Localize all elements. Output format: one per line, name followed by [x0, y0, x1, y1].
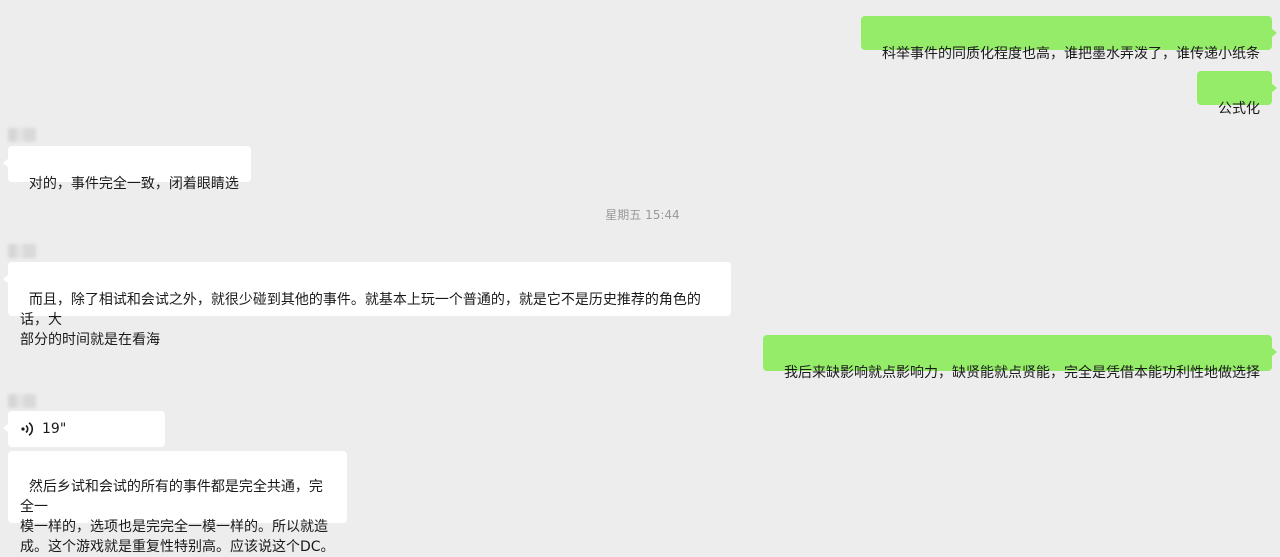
message-text: 对的，事件完全一致，闭着眼睛选 — [28, 176, 239, 192]
outgoing-message-bubble[interactable]: 我后来缺影响就点影响力，缺贤能就点贤能，完全是凭借本能功利性地做选择 — [763, 335, 1277, 381]
sender-name-blurred — [8, 244, 36, 258]
outgoing-message-bubble[interactable]: 公式化 — [1197, 71, 1277, 117]
message-text: 我后来缺影响就点影响力，缺贤能就点贤能，完全是凭借本能功利性地做选择 — [784, 365, 1260, 381]
chat-timestamp: 星期五 15:44 — [605, 208, 680, 222]
message-text: 公式化 — [1218, 101, 1260, 117]
voice-wave-icon — [21, 422, 34, 436]
voice-duration: 19" — [42, 421, 67, 437]
message-text: 然后乡试和会试的所有的事件都是完全共通，完全一 模一样的，选项也是完完全一模一样… — [20, 479, 335, 555]
outgoing-message-bubble[interactable]: 科举事件的同质化程度也高，谁把墨水弄泼了，谁传递小纸条 — [861, 16, 1277, 62]
sender-name-blurred — [8, 394, 36, 408]
message-text: 科举事件的同质化程度也高，谁把墨水弄泼了，谁传递小纸条 — [882, 46, 1260, 62]
sender-name-blurred — [8, 128, 36, 142]
voice-message-bubble[interactable]: 19" — [3, 411, 165, 447]
incoming-message-bubble[interactable]: 对的，事件完全一致，闭着眼睛选 — [3, 146, 251, 192]
incoming-message-bubble[interactable]: 而且，除了相试和会试之外，就很少碰到其他的事件。就基本上玩一个普通的，就是它不是… — [3, 262, 731, 348]
incoming-message-bubble[interactable]: 然后乡试和会试的所有的事件都是完全共通，完全一 模一样的，选项也是完完全一模一样… — [8, 451, 347, 555]
message-text: 而且，除了相试和会试之外，就很少碰到其他的事件。就基本上玩一个普通的，就是它不是… — [20, 292, 701, 348]
